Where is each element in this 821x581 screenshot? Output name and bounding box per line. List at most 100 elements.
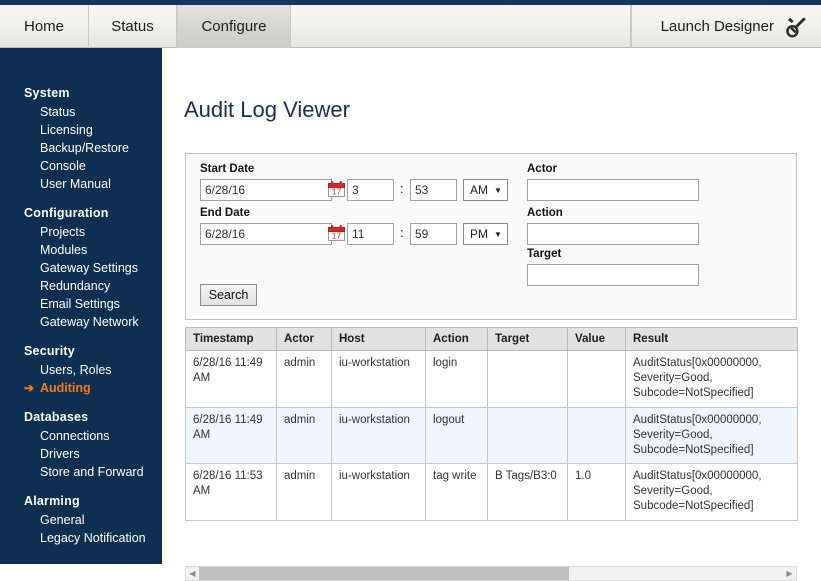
end-ampm-value: PM [470, 227, 488, 241]
sidebar-item-users-roles[interactable]: Users, Roles [0, 361, 162, 379]
audit-search-form: Start Date 17 : AM ▼ End Date [185, 153, 797, 320]
cell-host: iu-workstation [331, 463, 426, 521]
svg-text:17: 17 [332, 186, 342, 196]
cell-target: B Tags/B3:0 [487, 463, 568, 521]
top-navigation-bar: Home Status Configure Launch Designer [0, 0, 821, 48]
triangle-left-icon[interactable]: ◀ [186, 567, 199, 580]
calendar-icon[interactable]: 17 [328, 180, 345, 197]
actor-input[interactable] [527, 179, 699, 201]
sidebar-item-gateway-network[interactable]: Gateway Network [0, 313, 162, 331]
sidebar-item-status[interactable]: Status [0, 103, 162, 121]
sidebar-group-security: Security [24, 344, 75, 358]
cell-result: AuditStatus[0x00000000, Severity=Good, S… [625, 350, 798, 408]
end-date-label: End Date [200, 207, 250, 219]
column-header-target[interactable]: Target [487, 327, 568, 351]
tab-home[interactable]: Home [0, 5, 89, 48]
tab-status-label: Status [111, 18, 154, 35]
cell-actor: admin [276, 350, 332, 408]
start-time-separator: : [400, 181, 404, 196]
cell-timestamp: 6/28/16 11:53 AM [185, 463, 277, 521]
calendar-icon[interactable]: 17 [328, 224, 345, 241]
table-header-row: Timestamp Actor Host Action Target Value… [185, 327, 798, 351]
tab-configure[interactable]: Configure [177, 5, 291, 48]
end-date-input[interactable] [200, 223, 332, 245]
scrollbar-thumb[interactable] [199, 567, 569, 580]
start-ampm-select[interactable]: AM ▼ [463, 179, 508, 201]
tab-home-label: Home [23, 18, 64, 35]
wrench-icon [783, 14, 809, 40]
sidebar-item-general[interactable]: General [0, 511, 162, 529]
sidebar-item-gateway-settings[interactable]: Gateway Settings [0, 259, 162, 277]
cell-host: iu-workstation [331, 406, 426, 465]
column-header-result[interactable]: Result [625, 327, 798, 351]
column-header-actor[interactable]: Actor [276, 327, 332, 351]
end-hour-input[interactable] [347, 223, 394, 245]
cell-actor: admin [276, 406, 332, 465]
cell-action: login [425, 350, 488, 408]
tab-configure-label: Configure [201, 18, 267, 35]
sidebar-navigation: System Status Licensing Backup/Restore C… [0, 48, 162, 564]
table-row[interactable]: 6/28/16 11:49 AM admin iu-workstation lo… [185, 406, 798, 465]
triangle-right-icon[interactable]: ▶ [783, 567, 796, 580]
sidebar-group-system: System [24, 86, 70, 100]
sidebar-item-modules[interactable]: Modules [0, 241, 162, 259]
actor-label: Actor [527, 163, 558, 175]
action-input[interactable] [527, 223, 699, 245]
sidebar-item-auditing[interactable]: ➔ Auditing [0, 379, 162, 397]
sidebar-item-connections[interactable]: Connections [0, 427, 162, 445]
start-minute-input[interactable] [410, 179, 457, 201]
table-horizontal-scrollbar[interactable]: ◀ ▶ [185, 566, 797, 581]
cell-timestamp: 6/28/16 11:49 AM [185, 350, 277, 408]
tab-status[interactable]: Status [89, 5, 177, 48]
column-header-value[interactable]: Value [567, 327, 626, 351]
target-input[interactable] [527, 264, 699, 286]
audit-results-table: Timestamp Actor Host Action Target Value… [185, 327, 798, 521]
launch-designer-button[interactable]: Launch Designer [631, 5, 821, 48]
end-ampm-select[interactable]: PM ▼ [463, 223, 508, 245]
cell-value [567, 406, 626, 465]
start-date-input[interactable] [200, 179, 332, 201]
search-button-label: Search [208, 288, 249, 302]
sidebar-item-redundancy[interactable]: Redundancy [0, 277, 162, 295]
sidebar-group-configuration: Configuration [24, 206, 109, 220]
search-button[interactable]: Search [200, 284, 257, 306]
end-minute-input[interactable] [410, 223, 457, 245]
start-ampm-value: AM [470, 183, 488, 197]
scrollbar-track[interactable] [199, 567, 783, 580]
sidebar-item-drivers[interactable]: Drivers [0, 445, 162, 463]
column-header-timestamp[interactable]: Timestamp [185, 327, 277, 351]
start-hour-input[interactable] [347, 179, 394, 201]
page-title: Audit Log Viewer [184, 97, 350, 122]
cell-action: logout [425, 406, 488, 465]
launch-designer-label: Launch Designer [660, 18, 774, 35]
sidebar-item-user-manual[interactable]: User Manual [0, 175, 162, 193]
sidebar-item-email-settings[interactable]: Email Settings [0, 295, 162, 313]
cell-target [487, 406, 568, 465]
sidebar-item-backup-restore[interactable]: Backup/Restore [0, 139, 162, 157]
cell-host: iu-workstation [331, 350, 426, 408]
cell-result: AuditStatus[0x00000000, Severity=Good, S… [625, 463, 798, 521]
cell-target [487, 350, 568, 408]
table-row[interactable]: 6/28/16 11:49 AM admin iu-workstation lo… [185, 350, 798, 408]
sidebar-item-licensing[interactable]: Licensing [0, 121, 162, 139]
sidebar-item-projects[interactable]: Projects [0, 223, 162, 241]
end-time-separator: : [400, 225, 404, 240]
sidebar-item-console[interactable]: Console [0, 157, 162, 175]
column-header-host[interactable]: Host [331, 327, 426, 351]
cell-actor: admin [276, 463, 332, 521]
sidebar-item-legacy-notification[interactable]: Legacy Notification [0, 529, 162, 547]
cell-action: tag write [425, 463, 488, 521]
cell-value: 1.0 [567, 463, 626, 521]
column-header-action[interactable]: Action [425, 327, 488, 351]
table-row[interactable]: 6/28/16 11:53 AM admin iu-workstation ta… [185, 463, 798, 521]
target-label: Target [527, 248, 562, 260]
cell-timestamp: 6/28/16 11:49 AM [185, 406, 277, 465]
main-content-area: Audit Log Viewer Start Date 17 : AM ▼ En… [162, 48, 821, 581]
arrow-right-icon: ➔ [24, 381, 35, 395]
start-date-label: Start Date [200, 163, 255, 175]
sidebar-item-store-and-forward[interactable]: Store and Forward [0, 463, 162, 481]
